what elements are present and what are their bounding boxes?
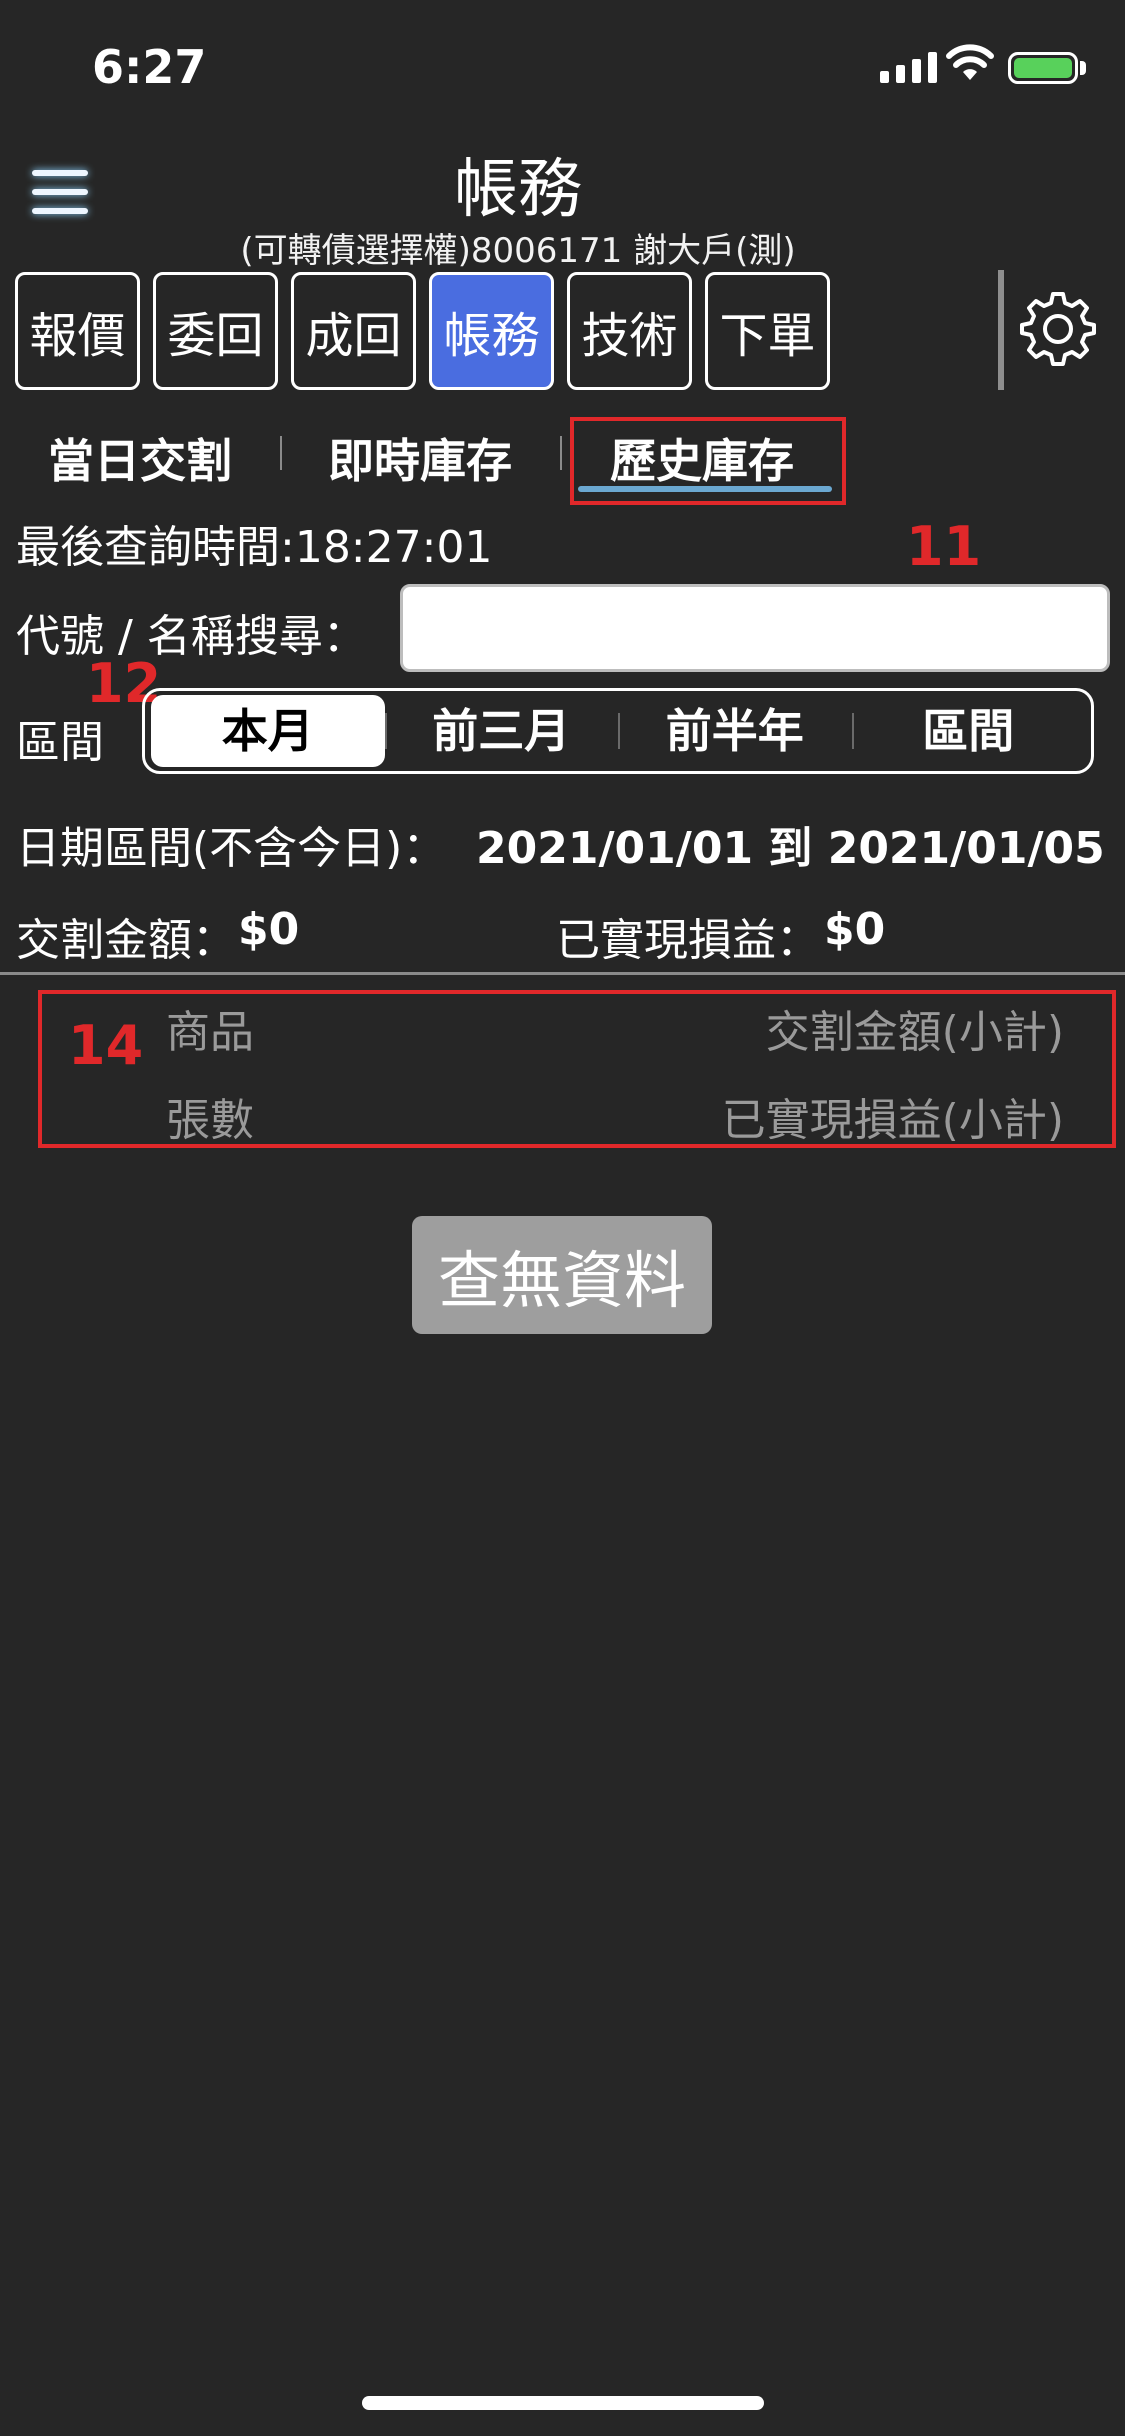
period-label: 區間: [16, 717, 104, 768]
tab-fill-report[interactable]: 成回: [291, 272, 416, 390]
gear-icon[interactable]: [1018, 288, 1098, 372]
main-tabs: 報價 委回 成回 帳務 技術 下單: [15, 272, 830, 390]
column-header-lots: 張數: [166, 1095, 254, 1146]
date-range-value: 2021/01/01 到 2021/01/05: [476, 823, 1105, 874]
tab-order-report[interactable]: 委回: [153, 272, 278, 390]
tab-technical[interactable]: 技術: [567, 272, 692, 390]
account-subtitle: (可轉債選擇權)8006171 謝大戶(測): [240, 231, 796, 271]
period-option-this-month[interactable]: 本月: [151, 695, 385, 767]
tab-quote[interactable]: 報價: [15, 272, 140, 390]
annotation-label-14: 14: [68, 1014, 144, 1077]
last-query-time: 最後查詢時間:18:27:01: [16, 522, 493, 573]
battery-tip: [1080, 61, 1086, 75]
no-data-message: 查無資料: [412, 1216, 712, 1334]
section-divider: [0, 972, 1125, 975]
battery-icon: [1008, 52, 1078, 84]
realized-pnl-value: $0: [824, 904, 886, 955]
subtab-separator: [280, 436, 282, 470]
column-header-pnl-subtotal: 已實現損益(小計): [721, 1095, 1064, 1146]
annotation-box-history-tab: [570, 417, 846, 505]
search-input[interactable]: [400, 584, 1110, 672]
date-range-label: 日期區間(不含今日)：: [16, 823, 447, 874]
period-segmented-control: 本月 前三月 前半年 區間: [142, 688, 1094, 774]
period-option-custom-range[interactable]: 區間: [851, 695, 1086, 767]
subtab-daily-settlement[interactable]: 當日交割: [48, 425, 232, 491]
column-header-settlement-subtotal: 交割金額(小計): [765, 1007, 1064, 1058]
period-option-three-months[interactable]: 前三月: [384, 695, 619, 767]
cellular-signal-icon: [880, 52, 937, 83]
tab-place-order[interactable]: 下單: [705, 272, 830, 390]
column-header-product: 商品: [166, 1007, 254, 1058]
page-title: 帳務: [454, 153, 582, 227]
subtab-realtime-inventory[interactable]: 即時庫存: [328, 425, 512, 491]
subtab-separator: [560, 436, 562, 470]
annotation-label-11: 11: [906, 515, 982, 578]
settlement-amount-label: 交割金額：: [16, 915, 236, 966]
wifi-icon: [945, 42, 995, 86]
realized-pnl-label: 已實現損益：: [556, 915, 820, 966]
status-time: 6:27: [92, 40, 207, 94]
tab-account[interactable]: 帳務: [429, 272, 554, 390]
search-label: 代號 / 名稱搜尋：: [16, 611, 367, 662]
tabs-divider: [998, 270, 1004, 390]
settlement-amount-value: $0: [238, 904, 300, 955]
home-indicator[interactable]: [362, 2396, 764, 2410]
period-option-half-year[interactable]: 前半年: [618, 695, 852, 767]
